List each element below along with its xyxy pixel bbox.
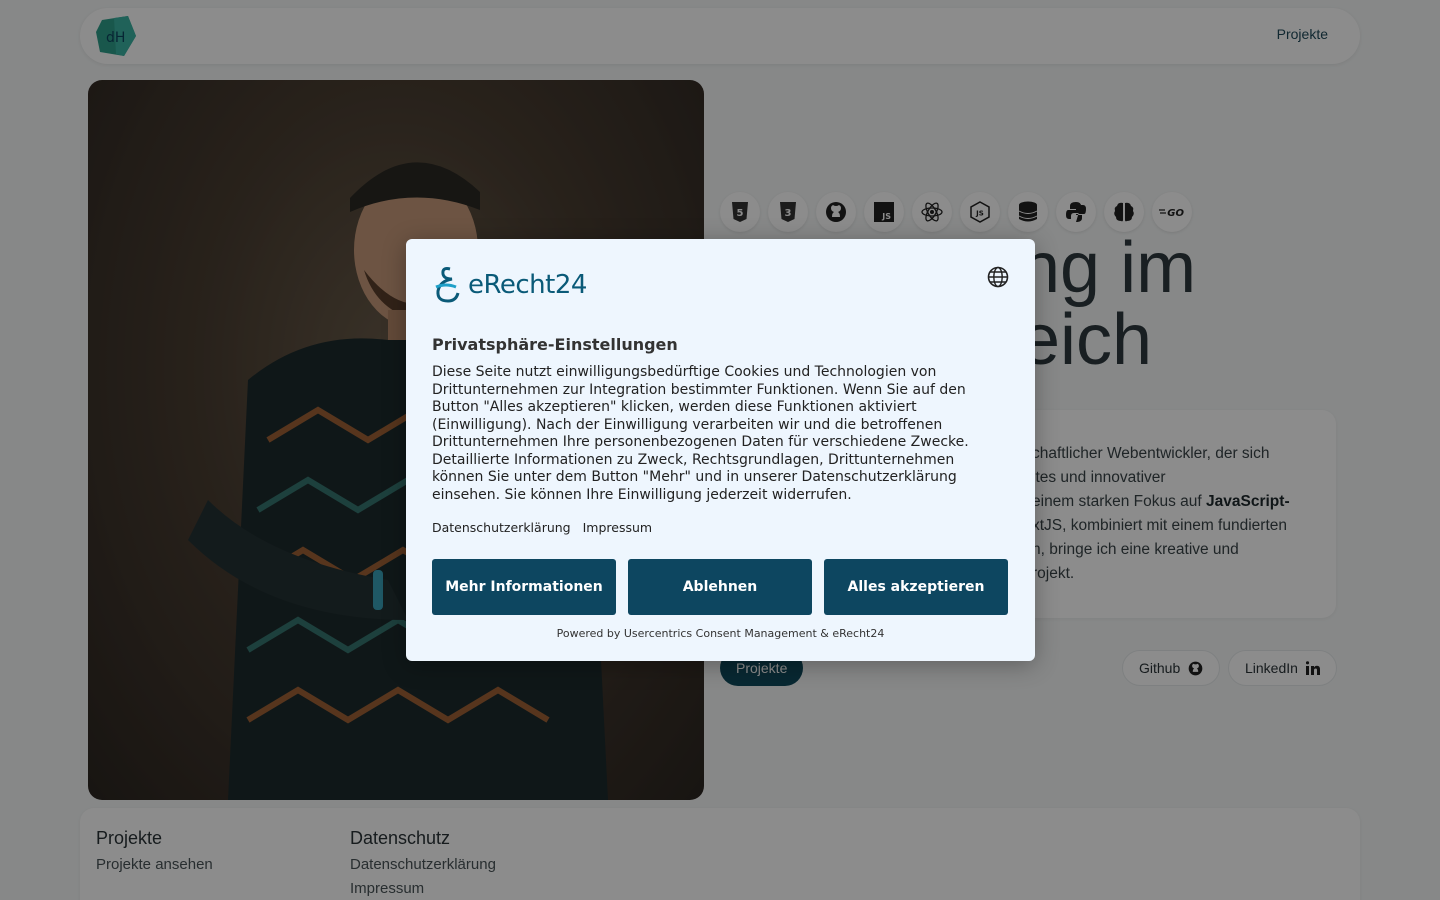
erecht24-logo: eRecht24 xyxy=(432,265,1009,305)
decline-button[interactable]: Ablehnen xyxy=(628,559,812,615)
imprint-link[interactable]: Impressum xyxy=(583,520,652,535)
consent-dialog: eRecht24 Privatsphäre-Einstellungen Dies… xyxy=(406,239,1035,661)
more-info-button[interactable]: Mehr Informationen xyxy=(432,559,616,615)
language-globe-icon[interactable] xyxy=(987,266,1009,288)
consent-links: Datenschutzerklärung Impressum xyxy=(432,520,1009,535)
brand-name: eRecht24 xyxy=(468,270,587,300)
consent-description: Diese Seite nutzt einwilligungsbedürftig… xyxy=(432,364,969,503)
consent-title: Privatsphäre-Einstellungen xyxy=(432,335,678,354)
privacy-policy-link[interactable]: Datenschutzerklärung xyxy=(432,520,571,535)
accept-all-button[interactable]: Alles akzeptieren xyxy=(824,559,1008,615)
erecht24-mark-icon xyxy=(435,267,460,303)
powered-by-text: Powered by Usercentrics Consent Manageme… xyxy=(556,627,885,640)
consent-buttons: Mehr Informationen Ablehnen Alles akzept… xyxy=(432,559,1009,615)
